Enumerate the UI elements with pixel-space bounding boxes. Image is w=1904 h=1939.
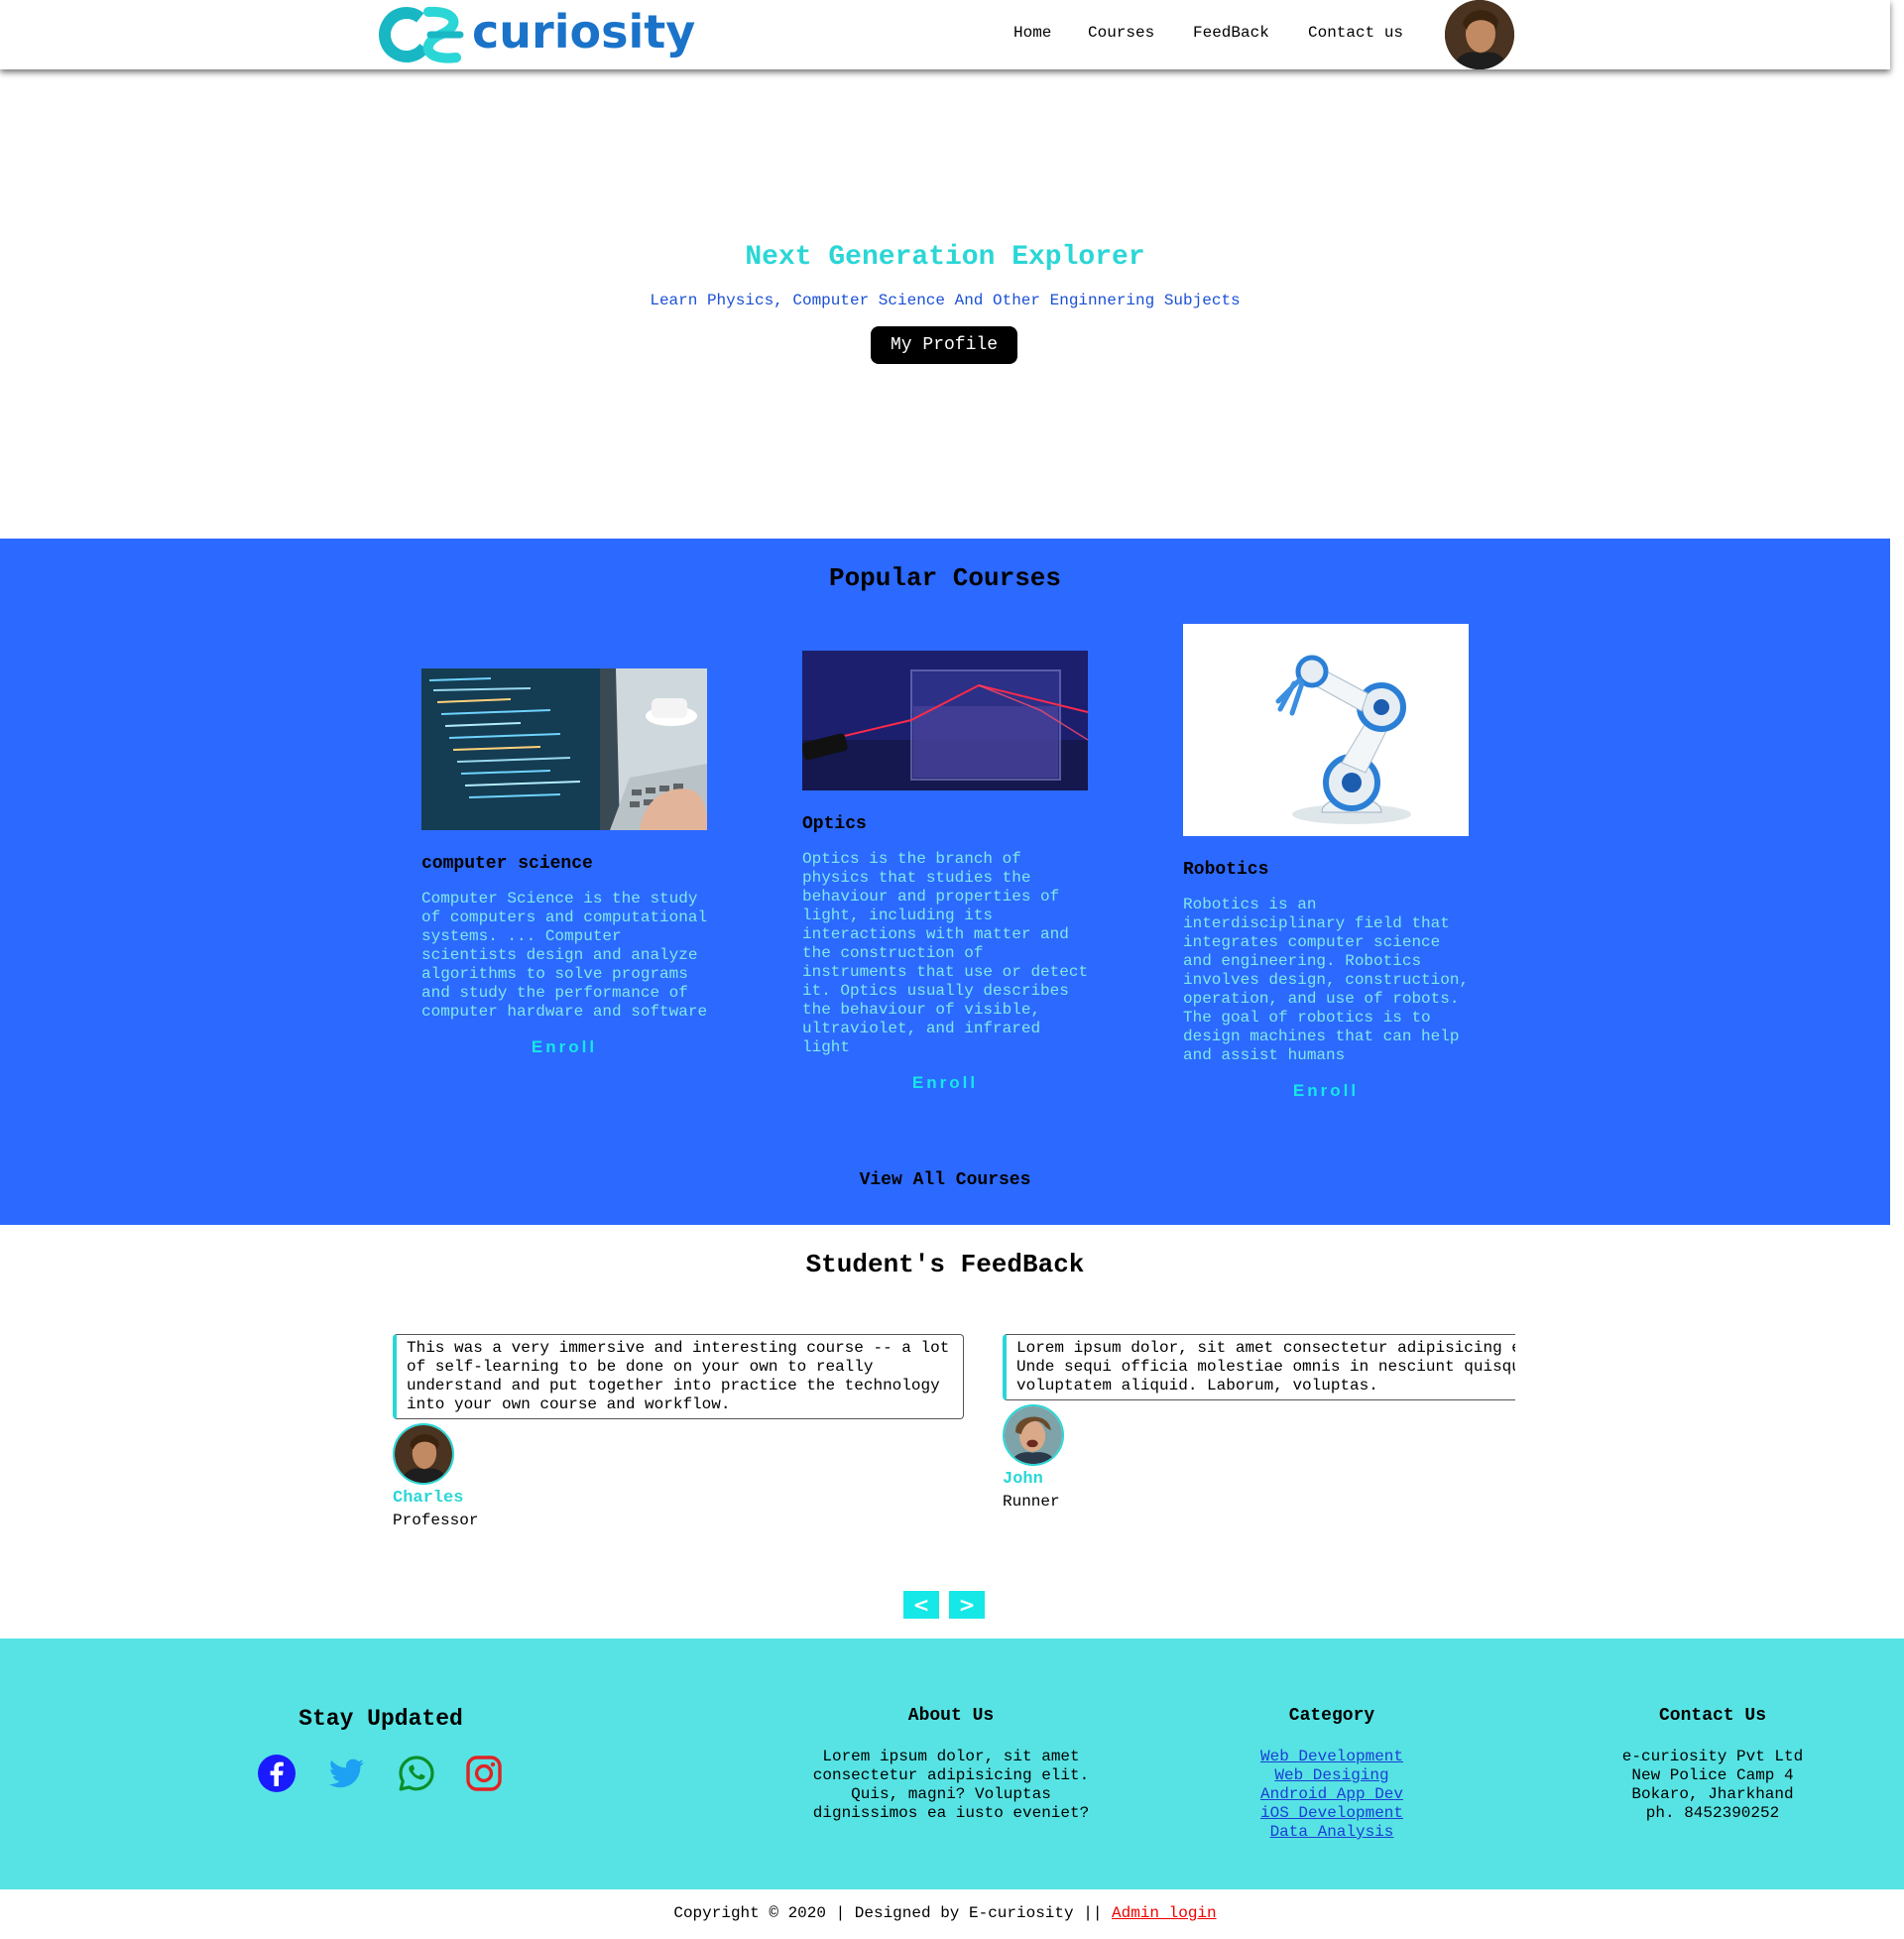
contact-line: Bokaro, Jharkhand [1631,1785,1794,1803]
site-footer: Stay Updated About Us Lorem ipsum dolor,… [0,1638,1904,1889]
student-role: Professor [393,1512,479,1529]
user-avatar[interactable] [1445,0,1514,69]
curiosity-logo-icon [379,6,464,63]
course-card: Optics Optics is the branch of physics t… [802,651,1090,1093]
category-link-ios-development[interactable]: iOS Development [1183,1804,1481,1823]
contact-phone: ph. 8452390252 [1645,1804,1780,1822]
contact-line: New Police Camp 4 [1631,1766,1794,1784]
view-all-courses-link[interactable]: View All Courses [0,1170,1890,1190]
course-description: Robotics is an interdisciplinary field t… [1183,896,1470,1064]
hero-title: Next Generation Explorer [745,242,1145,273]
footer-category-title: Category [1288,1706,1375,1726]
footer-contact-title: Contact Us [1658,1706,1767,1726]
student-role: Runner [1003,1493,1060,1511]
feedback-carousel: This was a very immersive and interestin… [393,1334,1515,1552]
footer-about-title: About Us [907,1706,995,1726]
site-header: curiosity Home Courses FeedBack Contact … [0,0,1890,69]
nav-home[interactable]: Home [1013,24,1051,42]
course-card: Robotics Robotics is an interdisciplinar… [1183,624,1471,1101]
course-description: Optics is the branch of physics that stu… [802,850,1089,1056]
course-image-optics[interactable] [802,651,1088,790]
nav-feedback[interactable]: FeedBack [1193,24,1269,42]
whatsapp-icon[interactable] [397,1754,436,1793]
footer-about: About Us Lorem ipsum dolor, sit amet con… [802,1706,1100,1823]
twitter-icon[interactable] [326,1754,366,1793]
category-link-data-analysis[interactable]: Data Analysis [1183,1823,1481,1842]
section-title: Popular Courses [828,563,1062,593]
feedback-card: Lorem ipsum dolor, sit amet consectetur … [1003,1334,1515,1511]
nav-courses[interactable]: Courses [1088,24,1154,42]
stay-updated-title: Stay Updated [298,1706,463,1732]
contact-line: e-curiosity Pvt Ltd [1621,1748,1804,1765]
footer-contact: Contact Us e-curiosity Pvt Ltd New Polic… [1564,1706,1861,1823]
hero-subtitle: Learn Physics, Computer Science And Othe… [650,292,1241,309]
enroll-button[interactable]: Enroll [802,1073,1088,1093]
student-name: John [1003,1470,1043,1489]
carousel-next-button[interactable]: > [949,1591,985,1619]
feedback-quote: This was a very immersive and interestin… [393,1334,964,1419]
admin-login-link[interactable]: Admin login [1112,1904,1217,1922]
course-image-robotics[interactable] [1183,624,1469,836]
enroll-button[interactable]: Enroll [1183,1081,1469,1101]
footer-about-text: Lorem ipsum dolor, sit amet consectetur … [812,1748,1090,1822]
feedback-card: This was a very immersive and interestin… [393,1334,964,1529]
category-link-web-development[interactable]: Web Development [1183,1748,1481,1766]
avatar [1003,1404,1064,1466]
carousel-prev-button[interactable]: < [903,1591,939,1619]
copyright-text: Copyright © 2020 | Designed by E-curiosi… [673,1904,1113,1922]
student-name: Charles [393,1489,464,1508]
course-description: Computer Science is the study of compute… [421,890,708,1021]
course-image-computer-science[interactable] [421,668,707,830]
avatar [393,1423,454,1485]
my-profile-button[interactable]: My Profile [871,326,1017,364]
feedback-quote: Lorem ipsum dolor, sit amet consectetur … [1003,1334,1515,1400]
facebook-icon[interactable] [257,1754,297,1793]
category-link-android-app-dev[interactable]: Android App Dev [1183,1785,1481,1804]
course-card: computer science Computer Science is the… [421,668,709,1057]
course-title: Optics [802,814,867,834]
logo[interactable]: curiosity [377,2,695,67]
feedback-title: Student's FeedBack [805,1250,1085,1279]
category-link-web-designing[interactable]: Web Desiging [1183,1766,1481,1785]
enroll-button[interactable]: Enroll [421,1037,707,1057]
course-title: computer science [421,854,593,874]
popular-courses-section: Popular Courses computer science Compute… [0,539,1890,1225]
nav-contact[interactable]: Contact us [1308,24,1403,42]
footer-category: Category Web Development Web Desiging An… [1183,1706,1481,1842]
instagram-icon[interactable] [464,1754,504,1793]
logo-text: curiosity [472,5,696,59]
copyright: Copyright © 2020 | Designed by E-curiosi… [0,1904,1890,1922]
course-title: Robotics [1183,860,1269,880]
